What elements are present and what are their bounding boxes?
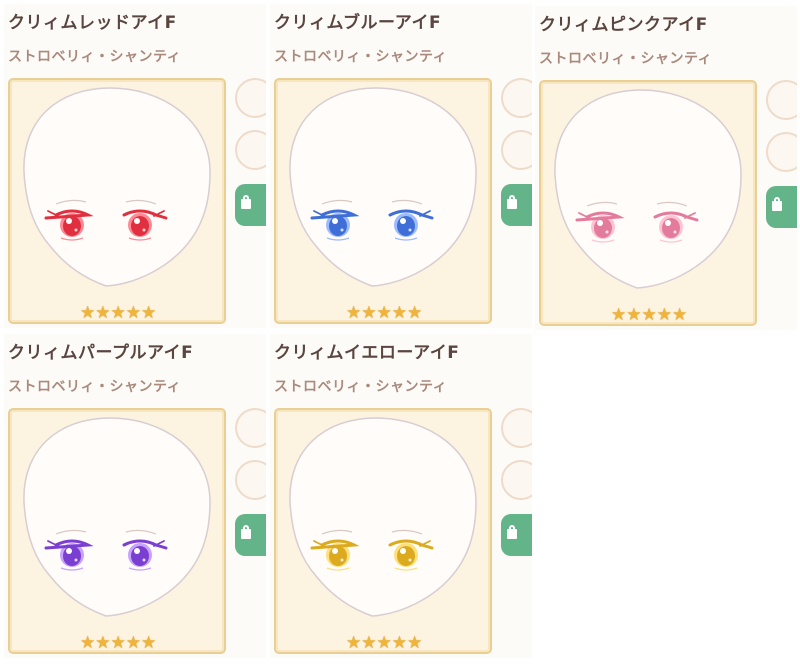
option-button[interactable] bbox=[235, 460, 266, 500]
gift-icon bbox=[507, 525, 517, 539]
item-preview-frame[interactable]: ★ ★ ★ ★ ★ bbox=[8, 78, 226, 324]
item-name: クリィムピンクアイF bbox=[539, 15, 708, 35]
star-icon: ★ bbox=[125, 303, 141, 323]
star-icon: ★ bbox=[626, 305, 642, 325]
star-icon: ★ bbox=[407, 303, 423, 323]
rarity-stars: ★ ★ ★ ★ ★ bbox=[346, 305, 422, 322]
star-icon: ★ bbox=[656, 305, 672, 325]
star-icon: ★ bbox=[141, 633, 157, 653]
star-icon: ★ bbox=[376, 303, 392, 323]
face-eye-preview-icon bbox=[23, 87, 211, 287]
item-brand: ストロベリィ・シャンティ bbox=[539, 51, 713, 67]
star-icon: ★ bbox=[391, 303, 407, 323]
item-name: クリィムパープルアイF bbox=[8, 343, 194, 363]
item-preview-frame[interactable]: ★ ★ ★ ★ ★ bbox=[274, 408, 492, 654]
option-button[interactable] bbox=[235, 408, 266, 448]
rarity-stars: ★ ★ ★ ★ ★ bbox=[80, 635, 156, 652]
item-brand: ストロベリィ・シャンティ bbox=[274, 379, 448, 395]
item-name: クリィムイエローアイF bbox=[274, 343, 460, 363]
star-icon: ★ bbox=[110, 303, 126, 323]
gift-icon bbox=[507, 195, 517, 209]
item-card[interactable]: クリィムピンクアイF ストロベリィ・シャンティ ★ ★ ★ ★ ★ bbox=[535, 6, 797, 330]
rarity-stars: ★ ★ ★ ★ ★ bbox=[80, 305, 156, 322]
star-icon: ★ bbox=[407, 633, 423, 653]
star-icon: ★ bbox=[611, 305, 627, 325]
item-card[interactable]: クリィムブルーアイF ストロベリィ・シャンティ ★ ★ ★ ★ ★ bbox=[270, 4, 532, 328]
gift-icon bbox=[772, 197, 782, 211]
star-icon: ★ bbox=[95, 303, 111, 323]
option-button[interactable] bbox=[766, 80, 797, 120]
star-icon: ★ bbox=[376, 633, 392, 653]
face-eye-preview-icon bbox=[23, 417, 211, 617]
item-brand: ストロベリィ・シャンティ bbox=[8, 379, 182, 395]
item-preview-frame[interactable]: ★ ★ ★ ★ ★ bbox=[274, 78, 492, 324]
gift-icon bbox=[241, 195, 251, 209]
star-icon: ★ bbox=[672, 305, 688, 325]
item-brand: ストロベリィ・シャンティ bbox=[274, 49, 448, 65]
face-eye-preview-icon bbox=[289, 417, 477, 617]
option-button[interactable] bbox=[766, 132, 797, 172]
item-card[interactable]: クリィムイエローアイF ストロベリィ・シャンティ ★ ★ ★ ★ ★ bbox=[270, 334, 532, 658]
gift-button[interactable] bbox=[235, 184, 266, 226]
rarity-stars: ★ ★ ★ ★ ★ bbox=[611, 307, 687, 324]
face-eye-preview-icon bbox=[554, 89, 742, 289]
item-card[interactable]: クリィムパープルアイF ストロベリィ・シャンティ ★ ★ ★ ★ ★ bbox=[4, 334, 266, 658]
star-icon: ★ bbox=[125, 633, 141, 653]
item-preview-frame[interactable]: ★ ★ ★ ★ ★ bbox=[539, 80, 757, 326]
star-icon: ★ bbox=[80, 303, 96, 323]
option-button[interactable] bbox=[235, 130, 266, 170]
item-card[interactable]: クリィムレッドアイF ストロベリィ・シャンティ ★ ★ ★ ★ ★ bbox=[4, 4, 266, 328]
rarity-stars: ★ ★ ★ ★ ★ bbox=[346, 635, 422, 652]
gift-button[interactable] bbox=[766, 186, 797, 228]
option-button[interactable] bbox=[501, 78, 532, 118]
star-icon: ★ bbox=[346, 303, 362, 323]
star-icon: ★ bbox=[361, 303, 377, 323]
item-name: クリィムレッドアイF bbox=[8, 13, 177, 33]
option-button[interactable] bbox=[501, 130, 532, 170]
star-icon: ★ bbox=[361, 633, 377, 653]
item-name: クリィムブルーアイF bbox=[274, 13, 442, 33]
option-button[interactable] bbox=[235, 78, 266, 118]
gift-button[interactable] bbox=[501, 184, 532, 226]
gift-icon bbox=[241, 525, 251, 539]
star-icon: ★ bbox=[346, 633, 362, 653]
item-brand: ストロベリィ・シャンティ bbox=[8, 49, 182, 65]
option-button[interactable] bbox=[501, 408, 532, 448]
star-icon: ★ bbox=[141, 303, 157, 323]
star-icon: ★ bbox=[641, 305, 657, 325]
star-icon: ★ bbox=[80, 633, 96, 653]
item-preview-frame[interactable]: ★ ★ ★ ★ ★ bbox=[8, 408, 226, 654]
star-icon: ★ bbox=[95, 633, 111, 653]
option-button[interactable] bbox=[501, 460, 532, 500]
gift-button[interactable] bbox=[235, 514, 266, 556]
gift-button[interactable] bbox=[501, 514, 532, 556]
face-eye-preview-icon bbox=[289, 87, 477, 287]
star-icon: ★ bbox=[391, 633, 407, 653]
star-icon: ★ bbox=[110, 633, 126, 653]
